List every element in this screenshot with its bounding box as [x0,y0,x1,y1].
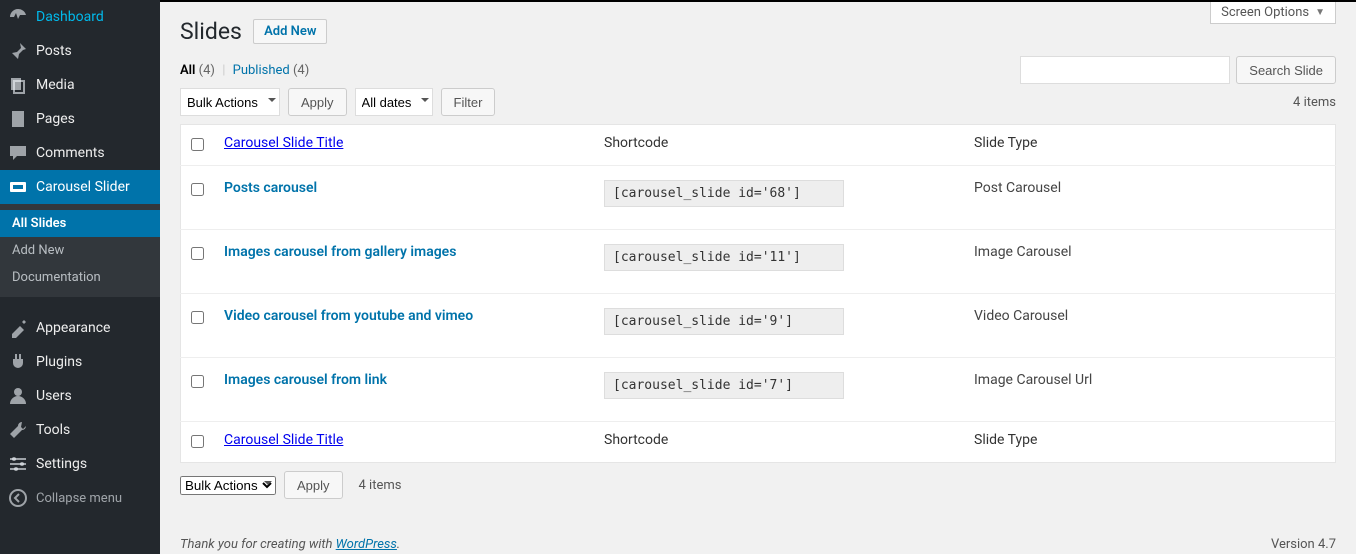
sidebar-item-label: Tools [36,422,70,438]
sidebar-subitem-add-new[interactable]: Add New [0,237,160,264]
row-checkbox[interactable] [191,311,204,324]
tablenav-bottom: Bulk Actions Apply 4 items [180,471,1336,499]
filter-all-link[interactable]: All [180,63,195,78]
row-slide-type: Post Carousel [964,166,1336,230]
tools-icon [8,420,28,440]
column-type-header: Slide Type [964,125,1336,166]
sidebar-item-users[interactable]: Users [0,379,160,413]
sidebar-subitem-all-slides[interactable]: All Slides [0,210,160,237]
column-title-header[interactable]: Carousel Slide Title [224,135,343,151]
collapse-menu-button[interactable]: Collapse menu [0,481,160,515]
filter-published-link[interactable]: Published [233,63,290,78]
row-shortcode[interactable]: [carousel_slide id='7'] [604,372,844,399]
sidebar-item-label: Appearance [36,320,110,336]
screen-options-button[interactable]: Screen Options ▼ [1210,2,1336,24]
pin-icon [8,41,28,61]
sidebar-item-posts[interactable]: Posts [0,34,160,68]
dashboard-icon [8,7,28,27]
bulk-actions-select-top[interactable]: Bulk Actions [180,88,280,116]
row-title-link[interactable]: Video carousel from youtube and vimeo [224,308,473,324]
filter-published-count: (4) [293,63,309,78]
collapse-icon [8,488,28,508]
column-shortcode-footer: Shortcode [594,422,964,463]
sidebar-item-settings[interactable]: Settings [0,447,160,481]
sidebar-item-label: Plugins [36,354,82,370]
row-shortcode[interactable]: [carousel_slide id='11'] [604,244,844,271]
collapse-menu-label: Collapse menu [36,491,122,506]
apply-button-top[interactable]: Apply [288,88,347,116]
items-count-bottom: 4 items [359,478,402,493]
column-title-footer[interactable]: Carousel Slide Title [224,432,343,448]
row-slide-type: Image Carousel [964,230,1336,294]
column-shortcode-header: Shortcode [594,125,964,166]
media-icon [8,75,28,95]
row-checkbox[interactable] [191,247,204,260]
select-all-bottom[interactable] [191,435,204,448]
apply-button-bottom[interactable]: Apply [284,471,343,499]
row-slide-type: Video Carousel [964,294,1336,358]
row-shortcode[interactable]: [carousel_slide id='68'] [604,180,844,207]
footer-version: Version 4.7 [1271,537,1336,552]
table-row: Images carousel from link [carousel_slide… [181,358,1336,422]
sidebar-item-media[interactable]: Media [0,68,160,102]
row-slide-type: Image Carousel Url [964,358,1336,422]
main-content: Screen Options ▼ Slides Add New All (4) … [160,0,1356,554]
footer-thankyou-suffix: . [397,537,400,552]
sidebar-item-label: Pages [36,111,75,127]
users-icon [8,386,28,406]
sidebar-item-label: Carousel Slider [36,179,130,195]
search-box: Search Slide [1020,56,1336,84]
search-input[interactable] [1020,56,1230,84]
footer-wordpress-link[interactable]: WordPress [336,537,397,552]
bulk-actions-select-bottom[interactable]: Bulk Actions [180,476,276,495]
sidebar-item-appearance[interactable]: Appearance [0,311,160,345]
select-all-top[interactable] [191,138,204,151]
page-title: Slides [180,0,242,45]
slides-table: Carousel Slide Title Shortcode Slide Typ… [180,124,1336,463]
row-title-link[interactable]: Images carousel from gallery images [224,244,456,260]
sidebar-item-label: Media [36,77,75,93]
table-row: Video carousel from youtube and vimeo [ca… [181,294,1336,358]
sidebar-item-label: Users [36,388,72,404]
sidebar-item-dashboard[interactable]: Dashboard [0,0,160,34]
items-count-top: 4 items [1293,95,1336,110]
sidebar-item-comments[interactable]: Comments [0,136,160,170]
add-new-button[interactable]: Add New [253,19,327,44]
sidebar-item-label: Comments [36,145,105,161]
row-checkbox[interactable] [191,375,204,388]
sidebar-item-label: Posts [36,43,72,59]
sidebar-subitem-documentation[interactable]: Documentation [0,264,160,291]
row-title-link[interactable]: Posts carousel [224,180,317,196]
screen-options-label: Screen Options [1221,5,1309,20]
plugins-icon [8,352,28,372]
sidebar-item-plugins[interactable]: Plugins [0,345,160,379]
admin-sidebar: Dashboard Posts Media Pages Comments Carousel… [0,0,160,554]
comments-icon [8,143,28,163]
filter-all-count: (4) [199,63,215,78]
filter-button[interactable]: Filter [441,88,496,116]
settings-icon [8,454,28,474]
sidebar-item-tools[interactable]: Tools [0,413,160,447]
tablenav-top: Bulk Actions Apply All dates Filter 4 it… [180,88,1336,116]
slider-icon [8,177,28,197]
table-row: Images carousel from gallery images [caro… [181,230,1336,294]
sidebar-item-label: Settings [36,456,87,472]
row-checkbox[interactable] [191,183,204,196]
table-row: Posts carousel [carousel_slide id='68'] Po… [181,166,1336,230]
chevron-down-icon: ▼ [1315,7,1325,18]
column-type-footer: Slide Type [964,422,1336,463]
sidebar-item-label: Dashboard [36,9,104,25]
row-title-link[interactable]: Images carousel from link [224,372,387,388]
footer: Thank you for creating with WordPress. V… [180,537,1336,552]
date-filter-select[interactable]: All dates [355,88,433,116]
search-button[interactable]: Search Slide [1236,56,1336,84]
sidebar-item-carousel-slider[interactable]: Carousel Slider [0,170,160,204]
pages-icon [8,109,28,129]
sidebar-item-pages[interactable]: Pages [0,102,160,136]
row-shortcode[interactable]: [carousel_slide id='9'] [604,308,844,335]
appearance-icon [8,318,28,338]
footer-thankyou-prefix: Thank you for creating with [180,537,336,552]
